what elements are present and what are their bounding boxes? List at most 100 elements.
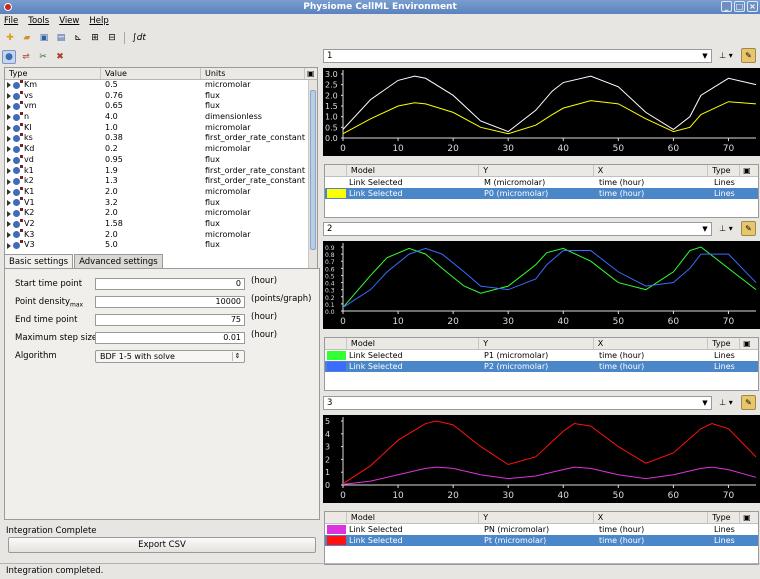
graph-table-icon[interactable]: ⊟ (105, 31, 119, 45)
series-model[interactable]: Link Selected (347, 350, 480, 361)
series-row[interactable]: Link Selected PN (micromolar) time (hour) L… (325, 524, 758, 535)
export-csv-button[interactable]: Export CSV (8, 537, 316, 553)
zoom-tool-button[interactable]: ✎ (741, 48, 756, 63)
axis-options-button[interactable]: ⊥ ▾ (716, 396, 736, 410)
component-view-icon[interactable]: ⇌ (19, 50, 33, 64)
variable-value[interactable]: 3.2 (101, 198, 201, 209)
header-options-icon[interactable]: ▣ (740, 165, 758, 176)
variable-value[interactable]: 2.0 (101, 208, 201, 219)
algorithm-select[interactable]: BDF 1-5 with solve ⇕ (95, 350, 245, 363)
variable-row[interactable]: K3 2.0 micromolar (5, 229, 317, 241)
save-as-icon[interactable]: ▤ (54, 31, 68, 45)
panel-splitter[interactable] (323, 217, 760, 221)
series-model[interactable]: Link Selected (347, 188, 480, 199)
header-y[interactable]: Y (479, 338, 594, 349)
variable-row[interactable]: ks 0.38 first_order_rate_constant (5, 133, 317, 144)
series-x[interactable]: time (hour) (595, 188, 710, 199)
expand-arrow-icon[interactable] (7, 103, 11, 110)
series-color-swatch[interactable] (327, 536, 346, 545)
variable-row[interactable]: n 4.0 dimensionless (5, 111, 317, 123)
expand-arrow-icon[interactable] (7, 114, 11, 121)
start-time-input[interactable]: 0 (95, 278, 245, 290)
variable-row[interactable]: KI 1.0 micromolar (5, 122, 317, 134)
header-type[interactable]: Type (5, 68, 101, 79)
variable-row[interactable]: K2 2.0 micromolar (5, 208, 317, 219)
series-y[interactable]: PN (micromolar) (480, 524, 595, 535)
filter-icon[interactable]: ✂ (36, 50, 50, 64)
series-x[interactable]: time (hour) (595, 535, 710, 546)
header-type[interactable]: Type (708, 512, 741, 523)
expand-arrow-icon[interactable] (7, 125, 11, 132)
expand-arrow-icon[interactable] (7, 178, 11, 185)
close-button[interactable]: × (747, 1, 758, 12)
variable-value[interactable]: 0.76 (101, 91, 201, 102)
menu-file[interactable]: File (4, 14, 18, 28)
maximize-button[interactable]: □ (734, 1, 745, 12)
expand-arrow-icon[interactable] (7, 210, 11, 217)
series-y[interactable]: P2 (micromolar) (480, 361, 595, 372)
expand-arrow-icon[interactable] (7, 189, 11, 196)
minimize-button[interactable]: _ (721, 1, 732, 12)
variable-row[interactable]: K1 2.0 micromolar (5, 186, 317, 198)
variable-row[interactable]: vd 0.95 flux (5, 154, 317, 166)
series-color-swatch[interactable] (327, 351, 346, 360)
header-x[interactable]: X (594, 512, 709, 523)
header-value[interactable]: Value (101, 68, 201, 79)
header-model[interactable]: Model (347, 165, 480, 176)
expand-arrow-icon[interactable] (7, 242, 11, 249)
series-model[interactable]: Link Selected (347, 524, 480, 535)
header-y[interactable]: Y (479, 165, 594, 176)
variable-value[interactable]: 4.0 (101, 112, 201, 123)
tab-advanced-settings[interactable]: Advanced settings (74, 254, 163, 268)
expand-arrow-icon[interactable] (7, 93, 11, 100)
expand-arrow-icon[interactable] (7, 135, 11, 142)
header-options-icon[interactable]: ▣ (740, 512, 758, 523)
tools-icon[interactable]: ✖ (53, 50, 67, 64)
series-model[interactable]: Link Selected (347, 361, 480, 372)
zoom-tool-button[interactable]: ✎ (741, 395, 756, 410)
header-type[interactable]: Type (708, 165, 741, 176)
series-y[interactable]: P0 (micromolar) (480, 188, 595, 199)
graph-plot-area[interactable]: 0 10 20 30 40 50 60 70 0.0 0.5 1.0 1.5 2.0 2.5 3.0 (323, 68, 760, 156)
series-color-swatch[interactable] (327, 525, 346, 534)
variable-value[interactable]: 0.5 (101, 80, 201, 91)
end-time-input[interactable]: 75 (95, 314, 245, 326)
variable-value[interactable]: 5.0 (101, 240, 201, 251)
series-row[interactable]: Link Selected M (micromolar) time (hour) Li… (325, 177, 758, 188)
expand-arrow-icon[interactable] (7, 167, 11, 174)
graph-selector[interactable]: 1 ▼ (323, 49, 712, 63)
axis-options-button[interactable]: ⊥ ▾ (716, 49, 736, 63)
series-model[interactable]: Link Selected (347, 535, 480, 546)
max-step-input[interactable]: 0.01 (95, 332, 245, 344)
variable-value[interactable]: 0.65 (101, 101, 201, 112)
series-type[interactable]: Lines (710, 188, 742, 199)
expand-arrow-icon[interactable] (7, 82, 11, 89)
panel-splitter[interactable] (323, 391, 760, 395)
series-y[interactable]: Pt (micromolar) (480, 535, 595, 546)
header-options-icon[interactable]: ▣ (305, 68, 317, 79)
series-type[interactable]: Lines (710, 350, 742, 361)
graph-selector[interactable]: 2 ▼ (323, 222, 712, 236)
variable-row[interactable]: V1 3.2 flux (5, 197, 317, 209)
series-row[interactable]: Link Selected Pt (micromolar) time (hour) L… (325, 535, 758, 546)
series-color-swatch[interactable] (327, 189, 346, 198)
save-icon[interactable]: ▣ (37, 31, 51, 45)
variable-value[interactable]: 1.9 (101, 166, 201, 177)
zoom-tool-button[interactable]: ✎ (741, 221, 756, 236)
header-model[interactable]: Model (347, 338, 480, 349)
variable-value[interactable]: 1.0 (101, 123, 201, 134)
graph-plot-area[interactable]: 0 10 20 30 40 50 60 70 0.0 0.1 0.2 0.3 0.4 0.5 0.6 0.7 0… (323, 241, 760, 329)
variable-row[interactable]: vs 0.76 flux (5, 90, 317, 102)
variable-value[interactable]: 0.2 (101, 144, 201, 155)
variable-value[interactable]: 1.58 (101, 219, 201, 230)
series-x[interactable]: time (hour) (595, 524, 710, 535)
series-type[interactable]: Lines (710, 177, 742, 188)
header-x[interactable]: X (594, 338, 709, 349)
expand-arrow-icon[interactable] (7, 146, 11, 153)
variable-value[interactable]: 1.3 (101, 176, 201, 187)
tab-basic-settings[interactable]: Basic settings (4, 254, 74, 268)
series-y[interactable]: M (micromolar) (480, 177, 595, 188)
variable-value[interactable]: 2.0 (101, 230, 201, 241)
expand-arrow-icon[interactable] (7, 157, 11, 164)
series-type[interactable]: Lines (710, 361, 742, 372)
